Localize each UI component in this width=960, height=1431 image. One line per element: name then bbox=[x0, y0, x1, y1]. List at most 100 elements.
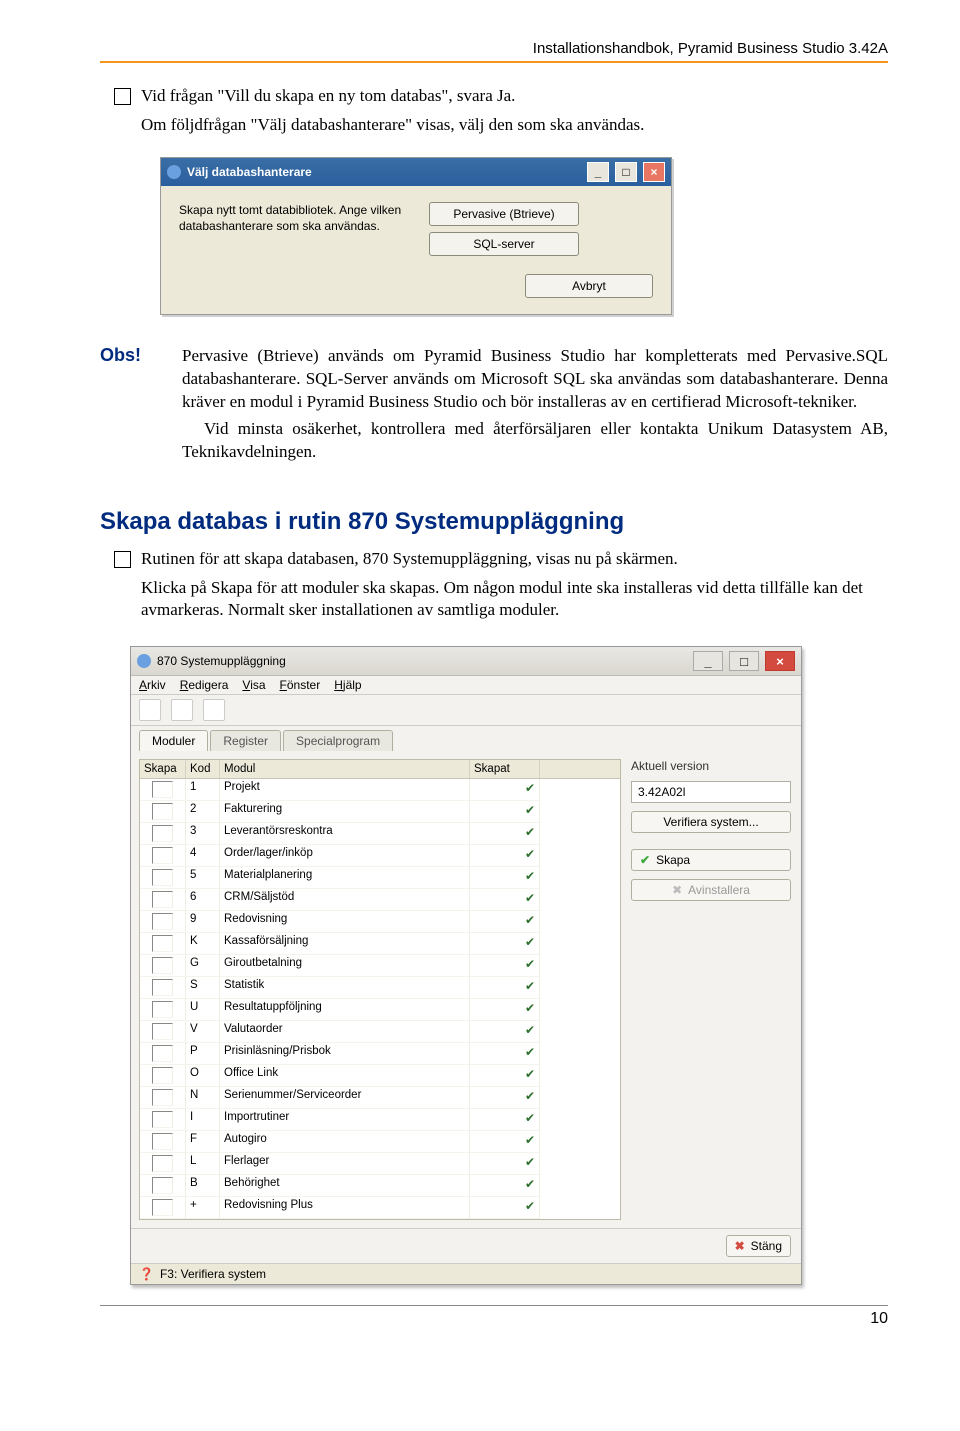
menu-fonster[interactable]: Fönster bbox=[280, 678, 321, 692]
side-panel: Aktuell version 3.42A02l Verifiera syste… bbox=[631, 759, 791, 901]
col-kod[interactable]: Kod bbox=[186, 760, 220, 778]
grid-row[interactable]: 5Materialplanering✔ bbox=[140, 867, 620, 889]
row-modul: Office Link bbox=[220, 1065, 470, 1087]
row-modul: Serienummer/Serviceorder bbox=[220, 1087, 470, 1109]
grid-row[interactable]: +Redovisning Plus✔ bbox=[140, 1197, 620, 1219]
row-checkbox[interactable] bbox=[140, 1021, 186, 1043]
row-checkbox[interactable] bbox=[140, 1087, 186, 1109]
row-skapat: ✔ bbox=[470, 801, 540, 823]
grid-row[interactable]: SStatistik✔ bbox=[140, 977, 620, 999]
row-checkbox[interactable] bbox=[140, 1153, 186, 1175]
instruction-text-1: Vid frågan "Vill du skapa en ny tom data… bbox=[141, 85, 644, 108]
col-skapat[interactable]: Skapat bbox=[470, 760, 540, 778]
row-modul: Valutaorder bbox=[220, 1021, 470, 1043]
menu-hjalp[interactable]: Hjälp bbox=[334, 678, 361, 692]
row-checkbox[interactable] bbox=[140, 1131, 186, 1153]
row-kod: 5 bbox=[186, 867, 220, 889]
row-skapat: ✔ bbox=[470, 1197, 540, 1219]
grid-row[interactable]: IImportrutiner✔ bbox=[140, 1109, 620, 1131]
col-modul[interactable]: Modul bbox=[220, 760, 470, 778]
row-modul: Autogiro bbox=[220, 1131, 470, 1153]
menu-redigera[interactable]: Redigera bbox=[180, 678, 229, 692]
row-skapat: ✔ bbox=[470, 1109, 540, 1131]
toolbar-icon-2[interactable] bbox=[171, 699, 193, 721]
grid-row[interactable]: 3Leverantörsreskontra✔ bbox=[140, 823, 620, 845]
verify-system-button[interactable]: Verifiera system... bbox=[631, 811, 791, 833]
row-checkbox[interactable] bbox=[140, 867, 186, 889]
grid-row[interactable]: 9Redovisning✔ bbox=[140, 911, 620, 933]
row-kod: 2 bbox=[186, 801, 220, 823]
close-button[interactable]: × bbox=[765, 651, 795, 671]
status-text: F3: Verifiera system bbox=[160, 1267, 266, 1281]
row-kod: P bbox=[186, 1043, 220, 1065]
grid-row[interactable]: LFlerlager✔ bbox=[140, 1153, 620, 1175]
instruction-text-2: Om följdfrågan "Välj databashanterare" v… bbox=[141, 114, 644, 137]
row-skapat: ✔ bbox=[470, 779, 540, 801]
row-modul: Statistik bbox=[220, 977, 470, 999]
close-button[interactable]: × bbox=[643, 162, 665, 182]
row-checkbox[interactable] bbox=[140, 977, 186, 999]
grid-row[interactable]: FAutogiro✔ bbox=[140, 1131, 620, 1153]
row-checkbox[interactable] bbox=[140, 889, 186, 911]
row-checkbox[interactable] bbox=[140, 1043, 186, 1065]
row-checkbox[interactable] bbox=[140, 1197, 186, 1219]
row-kod: 3 bbox=[186, 823, 220, 845]
grid-row[interactable]: 2Fakturering✔ bbox=[140, 801, 620, 823]
toolbar-icon-1[interactable] bbox=[139, 699, 161, 721]
row-checkbox[interactable] bbox=[140, 1109, 186, 1131]
row-checkbox[interactable] bbox=[140, 1065, 186, 1087]
skapa-button[interactable]: Skapa bbox=[631, 849, 791, 871]
grid-row[interactable]: 4Order/lager/inköp✔ bbox=[140, 845, 620, 867]
sql-server-button[interactable]: SQL-server bbox=[429, 232, 579, 256]
stang-button[interactable]: Stäng bbox=[726, 1235, 791, 1257]
row-kod: O bbox=[186, 1065, 220, 1087]
grid-header: Skapa Kod Modul Skapat bbox=[140, 760, 620, 779]
grid-row[interactable]: OOffice Link✔ bbox=[140, 1065, 620, 1087]
page-number: 10 bbox=[100, 1305, 888, 1328]
row-modul: Materialplanering bbox=[220, 867, 470, 889]
module-grid: Skapa Kod Modul Skapat 1Projekt✔2Fakture… bbox=[139, 759, 621, 1220]
row-checkbox[interactable] bbox=[140, 823, 186, 845]
tab-register[interactable]: Register bbox=[210, 730, 281, 751]
grid-row[interactable]: 6CRM/Säljstöd✔ bbox=[140, 889, 620, 911]
row-checkbox[interactable] bbox=[140, 845, 186, 867]
row-modul: Flerlager bbox=[220, 1153, 470, 1175]
grid-row[interactable]: KKassaförsäljning✔ bbox=[140, 933, 620, 955]
window-870: 870 Systemuppläggning _ □ × AArkivrkiv R… bbox=[130, 646, 802, 1285]
checkbox-icon bbox=[114, 88, 131, 105]
grid-row[interactable]: BBehörighet✔ bbox=[140, 1175, 620, 1197]
row-checkbox[interactable] bbox=[140, 999, 186, 1021]
tab-moduler[interactable]: Moduler bbox=[139, 730, 208, 751]
row-checkbox[interactable] bbox=[140, 1175, 186, 1197]
menu-visa[interactable]: Visa bbox=[242, 678, 265, 692]
cancel-button[interactable]: Avbryt bbox=[525, 274, 653, 298]
grid-row[interactable]: VValutaorder✔ bbox=[140, 1021, 620, 1043]
minimize-button[interactable]: _ bbox=[587, 162, 609, 182]
row-checkbox[interactable] bbox=[140, 933, 186, 955]
row-kod: + bbox=[186, 1197, 220, 1219]
row-kod: I bbox=[186, 1109, 220, 1131]
tab-row: Moduler Register Specialprogram bbox=[131, 726, 801, 751]
col-skapa[interactable]: Skapa bbox=[140, 760, 186, 778]
grid-row[interactable]: GGiroutbetalning✔ bbox=[140, 955, 620, 977]
grid-row[interactable]: UResultatuppföljning✔ bbox=[140, 999, 620, 1021]
obs-paragraph-1: Pervasive (Btrieve) används om Pyramid B… bbox=[182, 345, 888, 414]
grid-row[interactable]: 1Projekt✔ bbox=[140, 779, 620, 801]
row-checkbox[interactable] bbox=[140, 911, 186, 933]
toolbar-icon-3[interactable] bbox=[203, 699, 225, 721]
grid-row[interactable]: PPrisinläsning/Prisbok✔ bbox=[140, 1043, 620, 1065]
row-checkbox[interactable] bbox=[140, 955, 186, 977]
pervasive-button[interactable]: Pervasive (Btrieve) bbox=[429, 202, 579, 226]
row-modul: Prisinläsning/Prisbok bbox=[220, 1043, 470, 1065]
tab-specialprogram[interactable]: Specialprogram bbox=[283, 730, 393, 751]
row-kod: S bbox=[186, 977, 220, 999]
menu-arkiv[interactable]: AArkivrkiv bbox=[139, 678, 166, 692]
version-label: Aktuell version bbox=[631, 759, 791, 773]
maximize-button[interactable]: □ bbox=[729, 651, 759, 671]
maximize-button[interactable]: □ bbox=[615, 162, 637, 182]
row-checkbox[interactable] bbox=[140, 779, 186, 801]
grid-row[interactable]: NSerienummer/Serviceorder✔ bbox=[140, 1087, 620, 1109]
minimize-button[interactable]: _ bbox=[693, 651, 723, 671]
rutin-text-1: Rutinen för att skapa databasen, 870 Sys… bbox=[141, 548, 888, 571]
row-checkbox[interactable] bbox=[140, 801, 186, 823]
